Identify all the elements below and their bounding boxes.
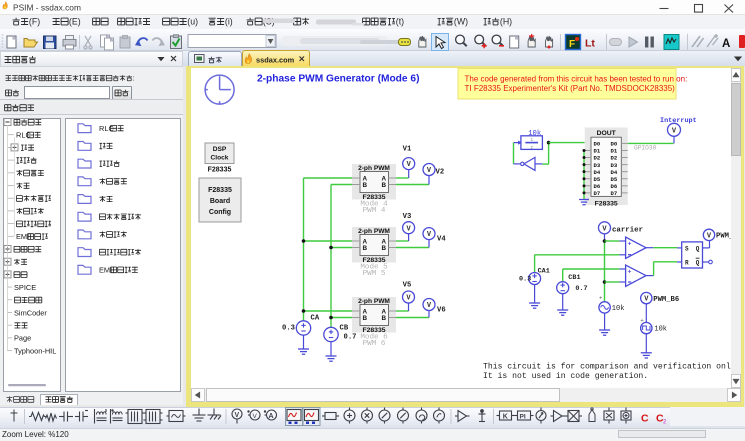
svg-text:carrier: carrier bbox=[612, 226, 643, 234]
svg-text:SimCoder: SimCoder bbox=[14, 308, 47, 317]
svg-text:V3: V3 bbox=[403, 213, 412, 221]
svg-text:DOUT: DOUT bbox=[597, 130, 617, 137]
svg-text:D5: D5 bbox=[611, 176, 618, 183]
svg-text:Config: Config bbox=[209, 209, 231, 216]
svg-text:Interrupt: Interrupt bbox=[660, 117, 697, 125]
svg-text:F28335: F28335 bbox=[595, 200, 618, 207]
svg-text:V2: V2 bbox=[436, 169, 445, 177]
svg-text:A: A bbox=[722, 38, 730, 50]
svg-text:This circuit is for comparison: This circuit is for comparison and verif… bbox=[483, 362, 731, 371]
svg-text:D4: D4 bbox=[594, 169, 601, 176]
svg-text:EMI: EMI bbox=[16, 232, 29, 241]
svg-text:B: B bbox=[382, 315, 387, 322]
svg-text:F28335: F28335 bbox=[208, 167, 232, 174]
svg-text:B: B bbox=[363, 182, 368, 189]
svg-text:S: S bbox=[685, 245, 689, 252]
svg-text:+: + bbox=[599, 295, 602, 302]
svg-text:DSP: DSP bbox=[213, 146, 227, 153]
svg-text:D1: D1 bbox=[611, 148, 618, 155]
svg-text:(u): (u) bbox=[187, 17, 198, 27]
svg-text:B: B bbox=[382, 245, 387, 252]
svg-text:D3: D3 bbox=[611, 162, 618, 169]
svg-text:Q: Q bbox=[696, 260, 700, 267]
svg-text:R: R bbox=[685, 260, 689, 267]
svg-text:PSIM - ssdax.com: PSIM - ssdax.com bbox=[13, 3, 81, 13]
svg-text:A: A bbox=[269, 413, 274, 420]
svg-text:Typhoon-HIL: Typhoon-HIL bbox=[14, 346, 56, 355]
svg-text:D6: D6 bbox=[594, 183, 601, 190]
svg-text:C: C bbox=[641, 413, 649, 425]
svg-text:+: + bbox=[628, 269, 632, 276]
svg-text:B: B bbox=[363, 245, 368, 252]
svg-text:PWM_B6: PWM_B6 bbox=[653, 296, 679, 304]
svg-text:D2: D2 bbox=[611, 155, 618, 162]
svg-text:GPIO30: GPIO30 bbox=[634, 144, 657, 151]
svg-text:CB: CB bbox=[340, 325, 349, 333]
svg-text:D0: D0 bbox=[594, 141, 601, 148]
svg-text:TI F28335 Experimenter's Kit (: TI F28335 Experimenter's Kit (Part No. T… bbox=[465, 84, 676, 93]
svg-text:Clock: Clock bbox=[211, 155, 229, 162]
svg-text:PWM_A6: PWM_A6 bbox=[716, 233, 742, 241]
svg-text:D7: D7 bbox=[611, 190, 618, 197]
svg-text::: : bbox=[133, 76, 135, 83]
svg-text:V6: V6 bbox=[437, 307, 446, 315]
svg-text:D3: D3 bbox=[594, 162, 601, 169]
svg-text:D5: D5 bbox=[594, 176, 601, 183]
svg-text:D1: D1 bbox=[594, 148, 601, 155]
svg-text:CA1: CA1 bbox=[538, 267, 550, 275]
svg-text:(W): (W) bbox=[454, 17, 468, 27]
svg-text:10k: 10k bbox=[612, 305, 625, 313]
svg-text:Board: Board bbox=[210, 198, 230, 205]
svg-text:1: 1 bbox=[530, 137, 533, 143]
svg-text:ssdax.com: ssdax.com bbox=[256, 55, 295, 64]
svg-text:D7: D7 bbox=[594, 190, 601, 197]
svg-text:2-ph PWM: 2-ph PWM bbox=[358, 298, 390, 305]
svg-text:PWM 6: PWM 6 bbox=[363, 340, 386, 348]
svg-text:+: + bbox=[628, 241, 632, 248]
svg-text:Lt: Lt bbox=[585, 38, 595, 50]
svg-text:The code generated from this c: The code generated from this circuit has… bbox=[465, 75, 688, 84]
svg-text:2-phase PWM Generator (Mode 6): 2-phase PWM Generator (Mode 6) bbox=[257, 73, 419, 84]
svg-text:SPICE: SPICE bbox=[14, 283, 36, 292]
svg-text:CB1: CB1 bbox=[568, 274, 580, 282]
svg-text:(F): (F) bbox=[29, 17, 40, 27]
svg-text:0.3: 0.3 bbox=[519, 275, 531, 283]
svg-text:B: B bbox=[382, 182, 387, 189]
svg-text:V5: V5 bbox=[403, 281, 412, 289]
svg-text:V: V bbox=[253, 413, 258, 420]
svg-text:B: B bbox=[363, 315, 368, 322]
svg-text:2-ph PWM: 2-ph PWM bbox=[358, 228, 390, 235]
svg-text:(H): (H) bbox=[500, 17, 512, 27]
svg-text:0.7: 0.7 bbox=[575, 285, 587, 293]
svg-text:10k: 10k bbox=[654, 326, 667, 334]
svg-text:(i): (i) bbox=[225, 17, 233, 27]
svg-text:2: 2 bbox=[663, 420, 667, 426]
svg-text:D4: D4 bbox=[611, 169, 618, 176]
svg-text:EMI: EMI bbox=[99, 265, 112, 274]
svg-text:(t): (t) bbox=[396, 17, 404, 27]
svg-text:V1: V1 bbox=[403, 146, 412, 154]
svg-text:F: F bbox=[569, 39, 575, 50]
svg-text:0.3: 0.3 bbox=[282, 325, 295, 333]
svg-text:0.7: 0.7 bbox=[344, 334, 357, 342]
svg-text:z: z bbox=[530, 145, 533, 150]
svg-text:D6: D6 bbox=[611, 183, 618, 190]
svg-text:PWM 4: PWM 4 bbox=[363, 207, 386, 215]
svg-text:Zoom Level: %120: Zoom Level: %120 bbox=[2, 430, 69, 439]
svg-text:PWM 5: PWM 5 bbox=[363, 270, 386, 278]
svg-text:V4: V4 bbox=[437, 236, 446, 244]
svg-text:V: V bbox=[235, 412, 240, 419]
svg-text:PI: PI bbox=[520, 414, 526, 421]
svg-text:(E): (E) bbox=[69, 17, 81, 27]
svg-text:F28335: F28335 bbox=[208, 187, 232, 194]
svg-text:Q: Q bbox=[696, 245, 700, 252]
svg-text:D2: D2 bbox=[594, 155, 601, 162]
svg-text:CA: CA bbox=[311, 314, 320, 322]
svg-text:It is not used in code generat: It is not used in code generation. bbox=[483, 372, 648, 381]
svg-text:Page: Page bbox=[14, 334, 31, 343]
svg-text:K: K bbox=[503, 414, 508, 421]
svg-text:D0: D0 bbox=[611, 141, 618, 148]
svg-text:2-ph PWM: 2-ph PWM bbox=[358, 165, 390, 172]
